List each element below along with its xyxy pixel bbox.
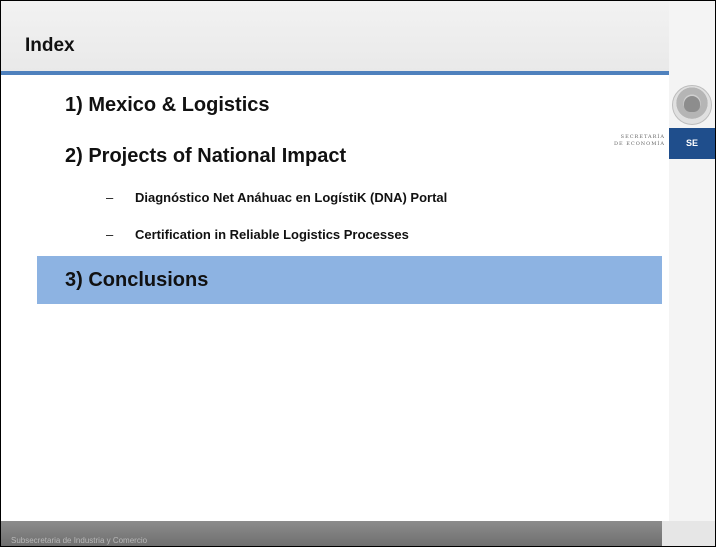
index-item-mexico-logistics: 1) Mexico & Logistics bbox=[65, 94, 270, 116]
title-divider bbox=[1, 71, 715, 75]
logo-panel bbox=[669, 1, 715, 546]
secretaria-logo-text: SECRETARÍA DE ECONOMÍA bbox=[613, 134, 665, 147]
coat-of-arms-seal-icon bbox=[672, 85, 712, 125]
bullet-dash: – bbox=[106, 227, 114, 242]
footer-corner bbox=[662, 521, 715, 546]
footer-bar: Subsecretaria de Industria y Comercio bbox=[1, 521, 662, 546]
slide: Index SECRETARÍA DE ECONOMÍA SE 1) Mexic… bbox=[0, 0, 716, 547]
eagle-icon bbox=[684, 96, 700, 112]
sub-item-dna-portal: Diagnóstico Net Anáhuac en LogístiK (DNA… bbox=[135, 190, 448, 205]
se-logo-badge: SE bbox=[669, 128, 715, 159]
title-band: Index bbox=[1, 1, 669, 71]
index-item-projects: 2) Projects of National Impact bbox=[65, 145, 347, 167]
bullet-dash: – bbox=[106, 190, 114, 205]
slide-title: Index bbox=[25, 35, 75, 56]
footer-text: Subsecretaria de Industria y Comercio bbox=[11, 536, 148, 545]
index-item-conclusions: 3) Conclusions bbox=[65, 269, 209, 291]
sub-item-certification: Certification in Reliable Logistics Proc… bbox=[135, 227, 409, 242]
